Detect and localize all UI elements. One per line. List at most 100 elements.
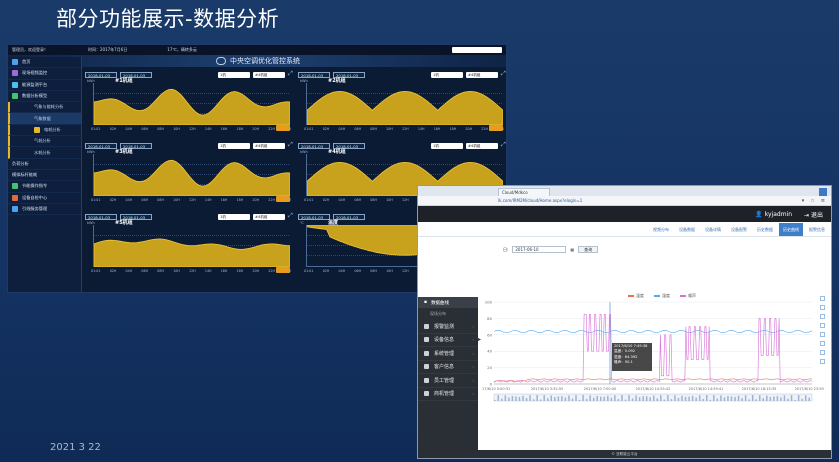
nav-tab[interactable]: 设备详情 xyxy=(701,223,725,236)
export-button[interactable] xyxy=(276,267,290,273)
sidebar-item[interactable]: 负荷分析 xyxy=(8,159,81,170)
expand-icon[interactable]: ⤢ xyxy=(288,213,296,220)
sidebar-item[interactable]: 气耗分析 xyxy=(8,136,81,148)
datetime-text: 时间：2017年7月6日 xyxy=(88,47,128,52)
start-date-input[interactable]: 2018-01-03 xyxy=(298,71,330,78)
unit-select[interactable]: 1机 xyxy=(218,71,250,78)
sidebar-item[interactable]: 模拟标杆能耗 xyxy=(8,170,81,182)
menu-item[interactable]: 报警监测 ‹ xyxy=(418,320,478,334)
sidebar-item[interactable]: 首页 xyxy=(8,57,81,69)
sidebar-item[interactable]: 数据分析模型 xyxy=(8,91,81,103)
unit-select[interactable]: 1机 xyxy=(218,213,250,220)
nav-tab[interactable]: 设备数据 xyxy=(675,223,699,236)
unit-select[interactable]: 1机 xyxy=(218,142,250,149)
sidebar-item[interactable]: 电耗分析 xyxy=(8,124,81,137)
sidebar-item[interactable]: 气象与能耗分析 xyxy=(8,102,81,114)
sidebar: 首页 现场视频监控 能源监测平台 数据分析模型 气象与能耗分析 气象数据 电耗分析 气耗分析水… xyxy=(8,57,82,292)
group-select[interactable]: #4机组 xyxy=(253,142,285,149)
system-select[interactable] xyxy=(452,47,502,53)
restore-icon[interactable] xyxy=(820,350,825,355)
x-tick-label: 12H xyxy=(188,269,196,273)
export-button[interactable] xyxy=(276,196,290,202)
expand-icon[interactable]: ⤢ xyxy=(288,71,296,78)
menu-item[interactable]: 系统管理 ‹ xyxy=(418,347,478,361)
sidebar-item-label: 设备自检中心 xyxy=(22,194,48,200)
menu-current-label: 数据曲线 xyxy=(431,300,450,306)
expand-icon[interactable]: ⤢ xyxy=(288,142,296,149)
menu-item[interactable]: 商机管理 ‹ xyxy=(418,388,478,401)
zoom-icon[interactable] xyxy=(820,341,825,346)
nav-tab[interactable]: 历史曲线 xyxy=(779,222,803,236)
browser-tab[interactable]: Cloud/Mdkco xyxy=(498,188,550,196)
x-tick-label: 08H xyxy=(157,269,164,273)
bar-icon[interactable] xyxy=(820,305,825,310)
start-date-input[interactable]: 2018-01-03 xyxy=(85,71,117,78)
x-tick-label: 2017/6/10 14:59:41 xyxy=(689,387,724,391)
menu-item[interactable]: 设备信息 ‹ xyxy=(418,334,478,347)
collapse-arrow-icon[interactable]: ▸ xyxy=(478,336,482,346)
address-bar[interactable]: lk.com/IRM2M/cloud/Home.aspx?elogin=1 ▾ ☆… xyxy=(418,196,831,206)
sidebar-item[interactable]: 引线服务管理 xyxy=(8,204,81,216)
data-view-icon[interactable] xyxy=(820,332,825,337)
chevron-left-icon: ‹ xyxy=(472,364,474,370)
sidebar-item-label: 引线服务管理 xyxy=(22,206,48,211)
chevron-left-icon: ‹ xyxy=(472,391,474,397)
x-tick-label: 16H xyxy=(220,198,228,202)
date-label-icon: 日: xyxy=(503,246,509,252)
export-button[interactable] xyxy=(276,125,290,131)
group-select[interactable]: #4机组 xyxy=(466,142,498,149)
unit-select[interactable]: 1机 xyxy=(431,142,463,149)
menu-icon[interactable]: ≡ xyxy=(821,198,825,204)
menu-current[interactable]: ▪ 数据曲线 xyxy=(418,297,478,308)
x-axis: 01:0102H04H06H08H10H12H14H16H18H20H22H24… xyxy=(91,269,291,273)
expand-icon[interactable]: ⤢ xyxy=(501,142,506,149)
start-date-input[interactable]: 2018-01-03 xyxy=(85,142,117,149)
tile-icon[interactable] xyxy=(820,323,825,328)
nav-tab[interactable]: 报警信息 xyxy=(805,223,829,236)
sidebar-item[interactable]: 节能操作指令 xyxy=(8,181,81,193)
list-icon: ▪ xyxy=(424,300,428,305)
unit-chart-panel: 2018-01-03 2018-01-03 1机 #4机组 ⤢ #5机组 kWh… xyxy=(85,213,296,279)
x-tick-label: 22H xyxy=(481,127,488,131)
nav-tab[interactable]: 视频分布 xyxy=(649,223,673,236)
expand-icon[interactable]: ⤢ xyxy=(501,71,506,78)
calendar-icon[interactable]: ▦ xyxy=(570,247,574,252)
user-name[interactable]: 👤 kyjadmin xyxy=(755,211,792,218)
sidebar-item[interactable]: 水耗分析 xyxy=(8,147,81,159)
start-date-input[interactable]: 2018-01-03 xyxy=(298,213,330,220)
save-icon[interactable] xyxy=(820,359,825,364)
area-series xyxy=(94,159,290,196)
menu-sub-item[interactable]: 现场分布 xyxy=(418,308,478,320)
sidebar-item-label: 节能操作指令 xyxy=(22,183,48,189)
sidebar-item-label: 气耗分析 xyxy=(34,138,51,144)
logout-button[interactable]: ⇥ 退出 xyxy=(804,210,823,219)
date-input[interactable]: 2017-06-10 xyxy=(512,246,567,253)
star-icon[interactable]: ☆ xyxy=(810,198,814,204)
line-icon[interactable] xyxy=(820,296,825,301)
stack-icon[interactable] xyxy=(820,314,825,319)
query-button[interactable]: 查询 xyxy=(578,246,599,253)
start-date-input[interactable]: 2018-01-03 xyxy=(298,142,330,149)
browser-new-tab[interactable] xyxy=(819,188,827,196)
y-tick-label: 0 xyxy=(490,382,493,387)
nav-tab[interactable]: 设备报警 xyxy=(727,223,751,236)
export-button[interactable] xyxy=(489,125,503,131)
x-tick-label: 10H xyxy=(173,198,180,202)
x-tick-label: 02H xyxy=(109,127,117,131)
x-tick-label: 16H xyxy=(220,127,228,131)
x-tick-label: 04H xyxy=(338,127,346,131)
start-date-input[interactable]: 2018-01-03 xyxy=(85,213,117,220)
nav-tab[interactable]: 历史数据 xyxy=(753,223,777,236)
menu-item[interactable]: 客户信息 ‹ xyxy=(418,361,478,374)
dropdown-icon[interactable]: ▾ xyxy=(802,198,805,204)
x-tick-label: 12H xyxy=(401,127,409,131)
group-select[interactable]: #4机组 xyxy=(253,71,285,78)
group-select[interactable]: #4机组 xyxy=(466,71,498,78)
sidebar-item[interactable]: 现场视频监控 xyxy=(8,68,81,80)
group-select[interactable]: #4机组 xyxy=(253,213,285,220)
sidebar-item[interactable]: 气象数据 xyxy=(8,113,81,125)
unit-select[interactable]: 1机 xyxy=(431,71,463,78)
sidebar-item[interactable]: 能源监测平台 xyxy=(8,80,81,91)
menu-item[interactable]: 员工管理 ‹ xyxy=(418,374,478,388)
sidebar-item[interactable]: 设备自检中心 xyxy=(8,193,81,204)
